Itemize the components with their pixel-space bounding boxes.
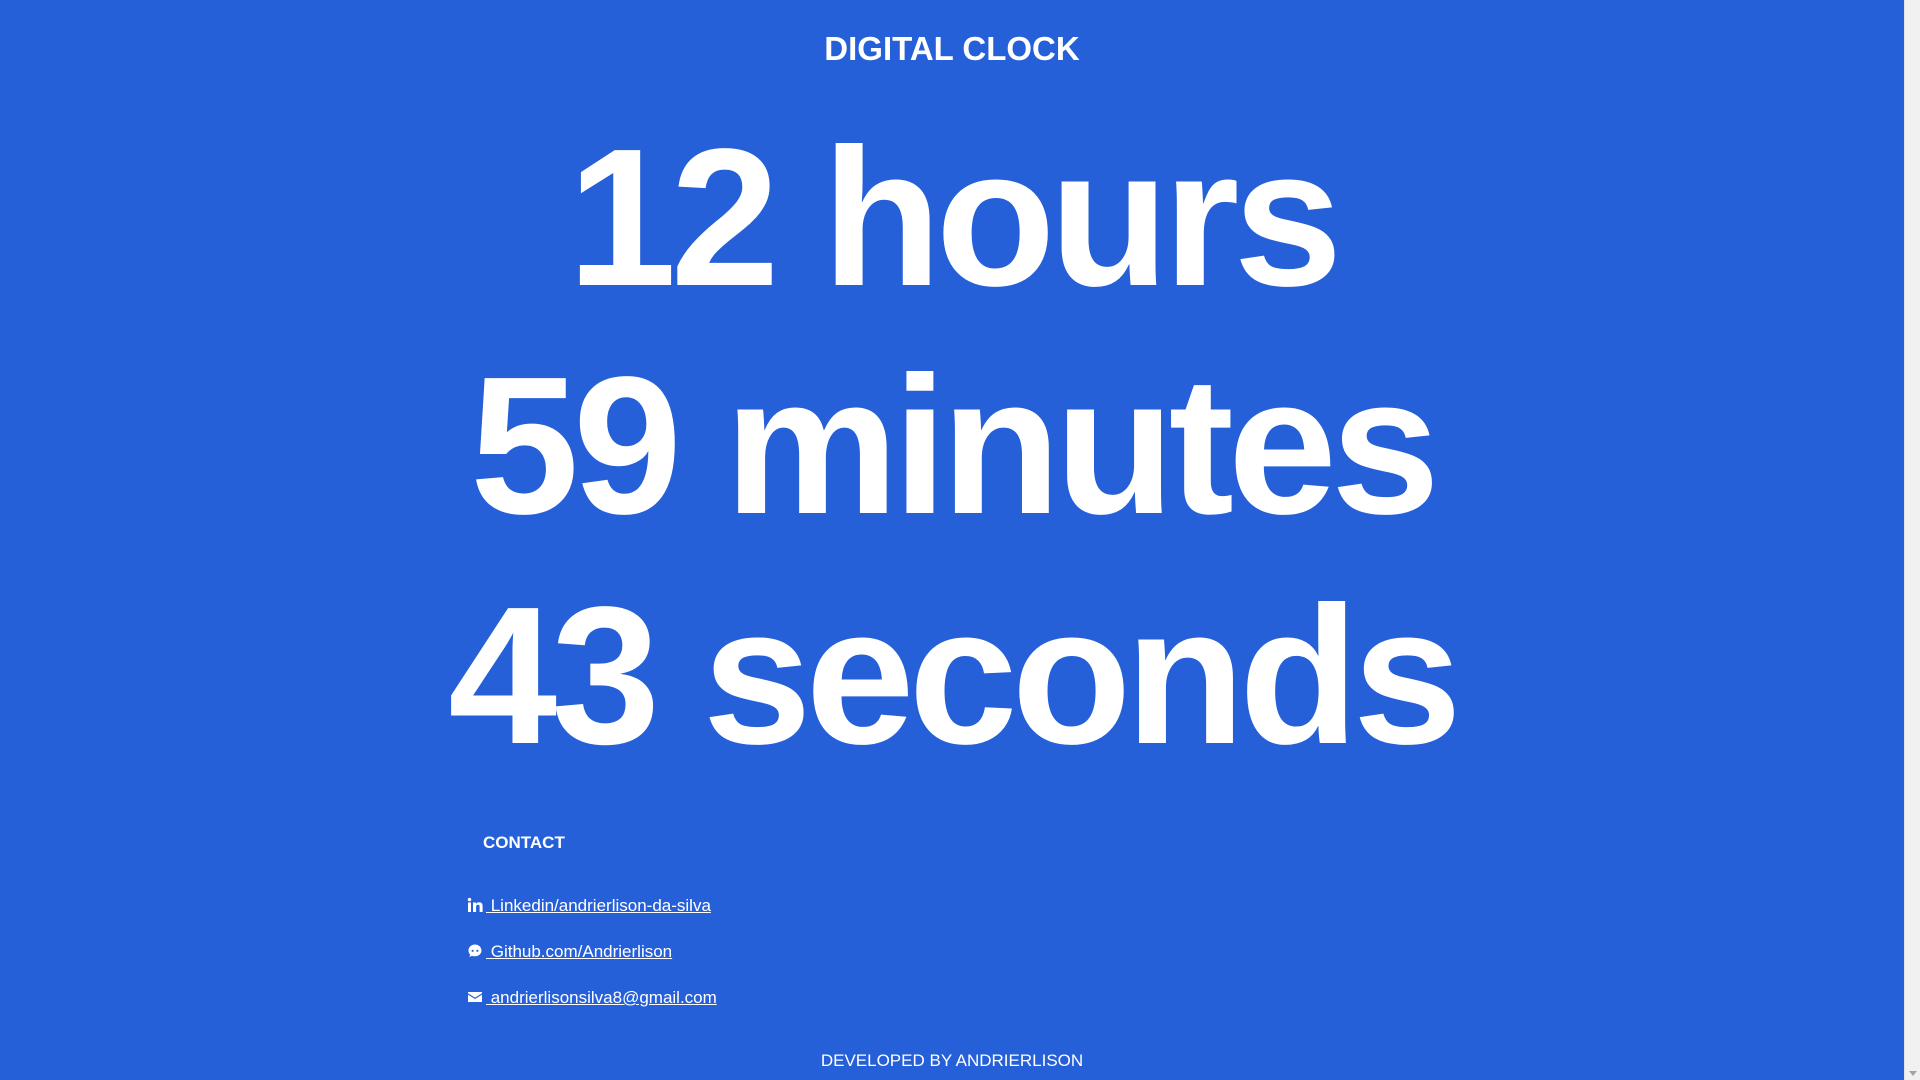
clock-seconds: 43 seconds xyxy=(448,566,1462,785)
clock-minutes: 59 minutes xyxy=(470,336,1440,555)
github-label: Github.com/Andrierlison xyxy=(486,942,673,961)
mail-icon xyxy=(468,992,482,1002)
linkedin-label: Linkedin/andrierlison-da-silva xyxy=(486,896,711,915)
footer-credit: DEVELOPED BY ANDRIERLISON xyxy=(820,1051,1084,1070)
github-icon xyxy=(468,944,482,957)
contact-heading: CONTACT xyxy=(483,833,565,852)
linkedin-link[interactable]: Linkedin/andrierlison-da-silva xyxy=(467,894,711,918)
page: DIGITAL CLOCK 12 hours 59 minutes 43 sec… xyxy=(0,0,1904,1080)
vertical-scrollbar[interactable] xyxy=(1904,0,1920,1080)
scroll-down-arrow-icon[interactable] xyxy=(1909,1071,1917,1076)
email-label: andrierlisonsilva8@gmail.com xyxy=(486,988,717,1007)
linkedin-icon xyxy=(467,897,483,912)
email-link[interactable]: andrierlisonsilva8@gmail.com xyxy=(467,986,717,1010)
page-title: DIGITAL CLOCK xyxy=(824,30,1080,67)
github-link[interactable]: Github.com/Andrierlison xyxy=(467,940,672,964)
clock-hours: 12 hours xyxy=(567,108,1343,327)
